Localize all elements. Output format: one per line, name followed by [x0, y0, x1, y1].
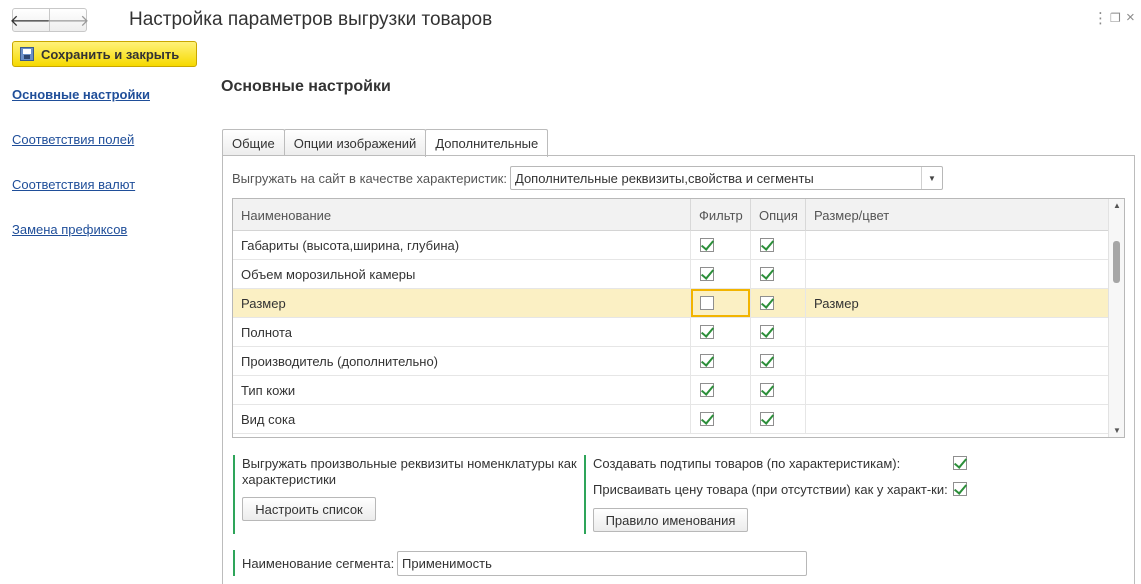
filter-checkbox[interactable] — [700, 325, 714, 339]
save-and-close-label: Сохранить и закрыть — [41, 46, 180, 62]
row-filter-cell[interactable] — [691, 231, 751, 259]
segment-name-label: Наименование сегмента: — [242, 556, 395, 571]
back-button[interactable]: 🡐 — [10, 8, 52, 32]
table-row[interactable]: Размер Размер — [233, 289, 1109, 318]
column-header-name[interactable]: Наименование — [233, 199, 691, 231]
sidebar-item-prefix-replace[interactable]: Замена префиксов — [12, 222, 127, 237]
close-icon[interactable]: × — [1126, 9, 1135, 26]
table-header: Наименование Фильтр Опция Размер/цвет — [233, 199, 1109, 231]
row-option-cell[interactable] — [751, 231, 806, 259]
row-size-color-cell[interactable] — [806, 347, 1109, 375]
filter-checkbox[interactable] — [700, 267, 714, 281]
option-checkbox[interactable] — [760, 383, 774, 397]
row-size-color-cell[interactable] — [806, 376, 1109, 404]
sidebar-item-main-settings[interactable]: Основные настройки — [12, 87, 150, 102]
filter-checkbox[interactable] — [700, 238, 714, 252]
assign-price-checkbox[interactable] — [953, 482, 967, 496]
dropdown-arrow-button[interactable]: ▼ — [921, 167, 942, 189]
characteristics-table: Наименование Фильтр Опция Размер/цвет Га… — [232, 198, 1125, 438]
scroll-down-icon[interactable]: ▼ — [1109, 426, 1124, 435]
tab-image-options[interactable]: Опции изображений — [283, 129, 427, 156]
filter-checkbox[interactable] — [700, 412, 714, 426]
row-option-cell[interactable] — [751, 405, 806, 433]
option-checkbox[interactable] — [760, 325, 774, 339]
create-subtypes-checkbox[interactable] — [953, 456, 967, 470]
option-checkbox[interactable] — [760, 267, 774, 281]
scroll-up-icon[interactable]: ▲ — [1109, 201, 1124, 210]
row-size-color-cell[interactable] — [806, 260, 1109, 288]
row-filter-cell[interactable] — [691, 347, 751, 375]
table-row[interactable]: Полнота — [233, 318, 1109, 347]
row-name-cell[interactable]: Объем морозильной камеры — [233, 260, 691, 288]
focused-cell-outline — [691, 289, 750, 317]
column-header-option[interactable]: Опция — [751, 199, 806, 231]
characteristics-value: Дополнительные реквизиты,свойства и сегм… — [515, 171, 814, 186]
option-checkbox[interactable] — [760, 296, 774, 310]
row-name-cell[interactable]: Производитель (дополнительно) — [233, 347, 691, 375]
column-header-filter[interactable]: Фильтр — [691, 199, 751, 231]
configure-list-button[interactable]: Настроить список — [242, 497, 376, 521]
naming-rule-button[interactable]: Правило именования — [593, 508, 748, 532]
row-option-cell[interactable] — [751, 376, 806, 404]
group-marker — [584, 455, 586, 534]
export-attrs-text: Выгружать произвольные реквизиты номенкл… — [242, 456, 577, 487]
tab-additional[interactable]: Дополнительные — [425, 129, 549, 157]
assign-price-label: Присваивать цену товара (при отсутствии)… — [593, 482, 948, 497]
characteristics-label: Выгружать на сайт в качестве характерист… — [232, 171, 507, 186]
sidebar-item-field-mapping[interactable]: Соответствия полей — [12, 132, 134, 147]
row-name-cell[interactable]: Полнота — [233, 318, 691, 346]
table-row[interactable]: Вид сока — [233, 405, 1109, 434]
row-size-color-cell[interactable] — [806, 405, 1109, 433]
sidebar-item-currency-mapping[interactable]: Соответствия валют — [12, 177, 135, 192]
table-row[interactable]: Производитель (дополнительно) — [233, 347, 1109, 376]
row-filter-cell[interactable] — [691, 260, 751, 288]
row-option-cell[interactable] — [751, 347, 806, 375]
group-marker — [233, 550, 235, 576]
row-filter-cell[interactable] — [691, 405, 751, 433]
table-row[interactable]: Объем морозильной камеры — [233, 260, 1109, 289]
table-scrollbar[interactable]: ▲ ▼ — [1108, 199, 1124, 437]
row-option-cell[interactable] — [751, 289, 806, 317]
tab-bar: Общие Опции изображений Дополнительные — [222, 129, 549, 157]
option-checkbox[interactable] — [760, 238, 774, 252]
row-size-color-cell[interactable] — [806, 231, 1109, 259]
group-marker — [233, 455, 235, 534]
create-subtypes-label: Создавать подтипы товаров (по характерис… — [593, 456, 901, 471]
window-title: Настройка параметров выгрузки товаров — [129, 9, 493, 30]
row-filter-cell[interactable] — [691, 318, 751, 346]
row-option-cell[interactable] — [751, 260, 806, 288]
tab-general[interactable]: Общие — [222, 129, 285, 156]
segment-name-input[interactable]: Применимость — [397, 551, 807, 576]
restore-window-icon[interactable]: ❐ — [1110, 11, 1121, 25]
option-checkbox[interactable] — [760, 354, 774, 368]
scrollbar-thumb[interactable] — [1113, 241, 1120, 283]
floppy-disk-icon — [20, 47, 34, 61]
row-name-cell[interactable]: Тип кожи — [233, 376, 691, 404]
save-and-close-button[interactable]: Сохранить и закрыть — [12, 41, 197, 67]
row-name-cell[interactable]: Размер — [233, 289, 691, 317]
table-row[interactable]: Габариты (высота,ширина, глубина) — [233, 231, 1109, 260]
row-filter-cell[interactable] — [691, 376, 751, 404]
filter-checkbox[interactable] — [700, 354, 714, 368]
row-size-color-cell[interactable]: Размер — [806, 289, 1109, 317]
table-row[interactable]: Тип кожи — [233, 376, 1109, 405]
row-name-cell[interactable]: Вид сока — [233, 405, 691, 433]
column-header-size-color[interactable]: Размер/цвет — [806, 199, 1109, 231]
more-vertical-icon[interactable]: ⋮ — [1093, 9, 1108, 27]
forward-button[interactable]: 🡒 — [46, 8, 90, 32]
chevron-down-icon: ▼ — [928, 173, 936, 183]
row-name-cell[interactable]: Габариты (высота,ширина, глубина) — [233, 231, 691, 259]
section-title: Основные настройки — [221, 78, 391, 95]
filter-checkbox[interactable] — [700, 383, 714, 397]
option-checkbox[interactable] — [760, 412, 774, 426]
arrow-right-icon: 🡒 — [46, 12, 90, 30]
row-size-color-cell[interactable] — [806, 318, 1109, 346]
row-option-cell[interactable] — [751, 318, 806, 346]
characteristics-select[interactable]: Дополнительные реквизиты,свойства и сегм… — [510, 166, 943, 190]
table-body: Габариты (высота,ширина, глубина) Объем м… — [233, 231, 1109, 434]
